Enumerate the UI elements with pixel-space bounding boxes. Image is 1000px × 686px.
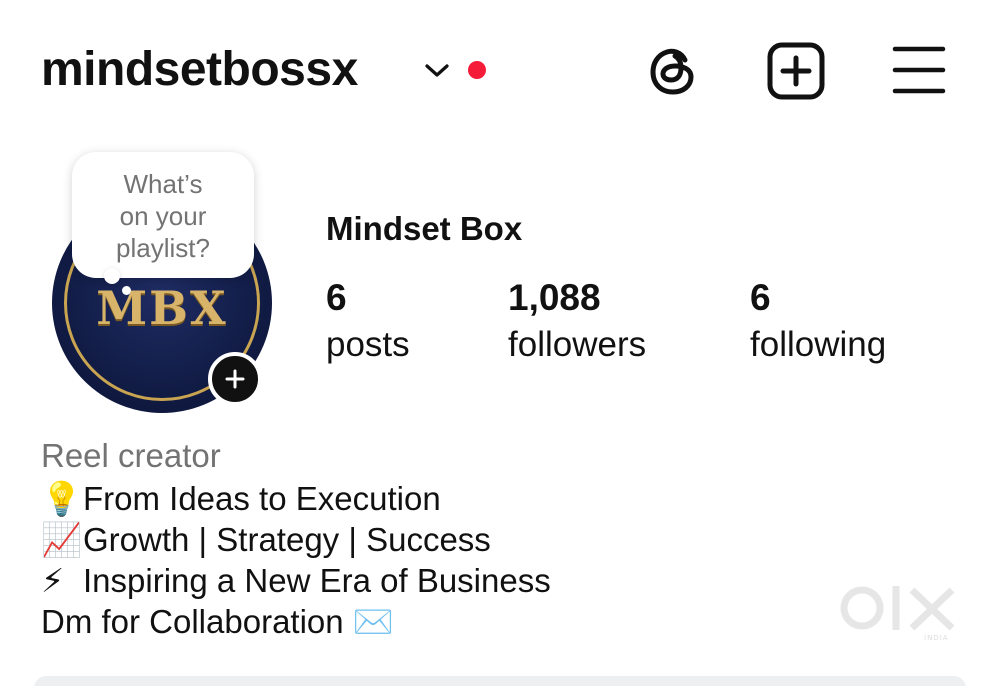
bio-line: Dm for Collaboration ✉️ [41, 601, 741, 642]
following-stat[interactable]: 6 following [750, 276, 886, 370]
profile-bio: Reel creator 💡From Ideas to Execution 📈G… [41, 434, 741, 642]
following-label: following [750, 325, 887, 364]
bio-line-text: Growth | Strategy | Success [83, 521, 491, 558]
note-bubble-tail [104, 268, 120, 284]
note-bubble-tail-dot [122, 286, 131, 295]
followers-stat[interactable]: 1,088 followers [508, 276, 646, 370]
lightning-icon: ⚡ [41, 561, 65, 600]
bio-line-text: Dm for Collaboration [41, 603, 344, 640]
followers-count: 1,088 [508, 277, 601, 318]
bio-line: 📈Growth | Strategy | Success [41, 519, 741, 560]
chart-increasing-icon: 📈 [41, 520, 83, 559]
followers-label: followers [508, 325, 647, 364]
bio-line-text: From Ideas to Execution [83, 480, 441, 517]
chevron-down-icon[interactable] [423, 59, 451, 81]
plus-icon [225, 369, 245, 389]
new-post-icon[interactable] [766, 42, 826, 100]
note-text: What’s on your playlist? [116, 169, 210, 263]
notification-dot [468, 61, 486, 79]
note-bubble[interactable]: What’s on your playlist? [72, 152, 254, 278]
threads-icon[interactable] [645, 42, 701, 98]
account-username[interactable]: mindsetbossx [41, 38, 358, 102]
bio-line: ⚡ Inspiring a New Era of Business [41, 560, 741, 601]
avatar-logo: MBX [96, 281, 228, 335]
lightbulb-icon: 💡 [41, 479, 83, 518]
olx-watermark: INDIA [840, 586, 955, 642]
bio-line-text: Inspiring a New Era of Business [83, 562, 551, 599]
posts-stat[interactable]: 6 posts [326, 276, 410, 370]
profile-header: mindsetbossx [0, 0, 1000, 140]
posts-count: 6 [326, 277, 347, 318]
watermark-sub: INDIA [924, 634, 949, 642]
menu-icon[interactable] [892, 44, 946, 96]
posts-label: posts [326, 325, 410, 364]
bio-line: 💡From Ideas to Execution [41, 478, 741, 519]
envelope-icon: ✉️ [352, 602, 394, 641]
display-name: Mindset Box [326, 210, 523, 247]
bottom-card [34, 676, 966, 686]
profile-category: Reel creator [41, 437, 221, 474]
add-story-button[interactable] [208, 352, 262, 406]
following-count: 6 [750, 277, 771, 318]
